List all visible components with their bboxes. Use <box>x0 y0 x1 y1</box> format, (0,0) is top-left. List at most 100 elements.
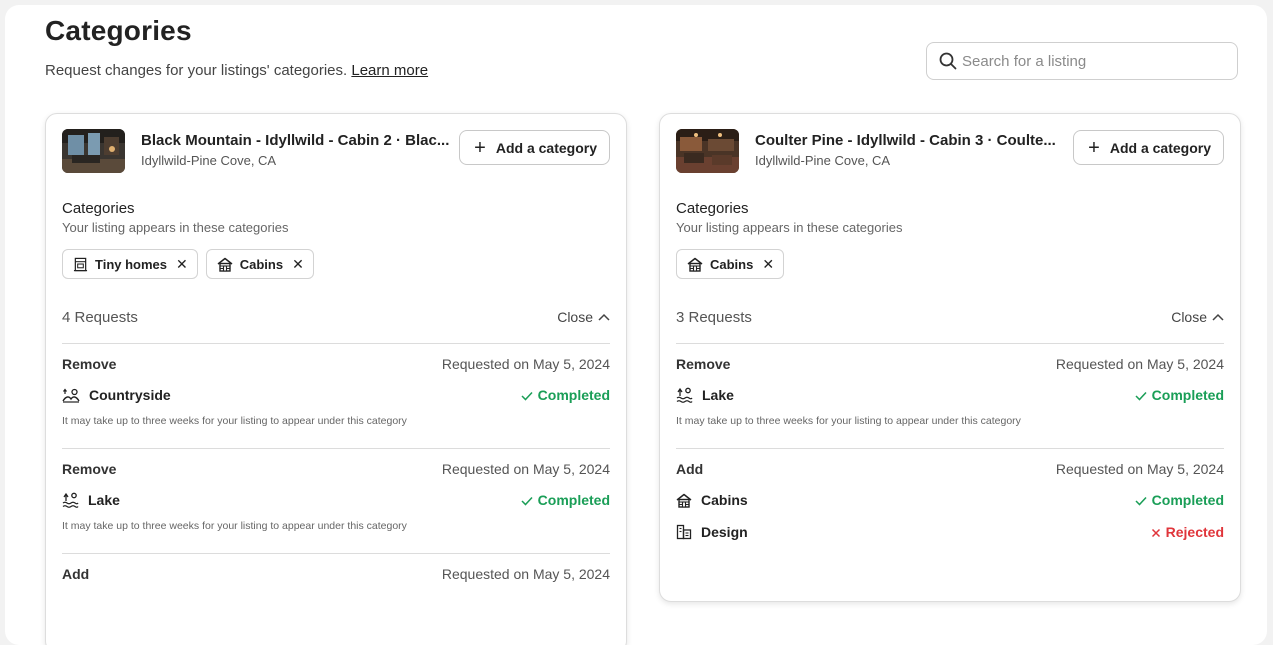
request-item: Lake Completed <box>62 491 610 509</box>
remove-chip-icon[interactable]: ✕ <box>762 256 774 273</box>
listing-header: Black Mountain - Idyllwild - Cabin 2 · B… <box>62 129 610 175</box>
add-category-button[interactable]: + Add a category <box>459 130 610 165</box>
request-note: It may take up to three weeks for your l… <box>62 520 407 532</box>
requests-header: 3 Requests Close <box>676 301 1224 333</box>
add-category-label: Add a category <box>1109 139 1211 156</box>
status-badge: Completed <box>521 387 610 403</box>
request-category: Lake <box>62 492 120 508</box>
search-icon <box>939 52 957 70</box>
close-label: Close <box>557 309 593 325</box>
listing-name[interactable]: Black Mountain - Idyllwild - Cabin 2 · B… <box>141 132 459 149</box>
check-icon <box>521 492 538 508</box>
status-label: Completed <box>537 387 610 403</box>
design-icon <box>676 524 692 540</box>
category-chip-cabins: Cabins ✕ <box>676 249 785 279</box>
listing-card: Black Mountain - Idyllwild - Cabin 2 · B… <box>45 113 627 645</box>
status-badge: Rejected <box>1151 524 1224 540</box>
search-input[interactable] <box>962 52 1222 70</box>
category-chips: Tiny homes ✕ Cabins ✕ <box>62 249 610 279</box>
request-category-label: Lake <box>88 492 120 508</box>
request-date: Requested on May 5, 2024 <box>1055 461 1224 477</box>
listing-info: Coulter Pine - Idyllwild - Cabin 3 · Cou… <box>755 129 1073 168</box>
status-badge: Completed <box>1135 492 1224 508</box>
request-meta: Add Requested on May 5, 2024 <box>676 460 1224 478</box>
lake-icon <box>62 492 79 508</box>
categories-heading: Categories <box>676 200 749 217</box>
listing-location: Idyllwild-Pine Cove, CA <box>755 153 891 168</box>
request-category: Lake <box>676 387 734 403</box>
chevron-up-icon <box>1212 313 1224 321</box>
chip-label: Cabins <box>710 256 754 272</box>
categories-heading: Categories <box>62 200 135 217</box>
request-date: Requested on May 5, 2024 <box>1055 356 1224 372</box>
category-chip-tiny-homes: Tiny homes ✕ <box>62 249 198 279</box>
request-date: Requested on May 5, 2024 <box>441 461 610 477</box>
remove-chip-icon[interactable]: ✕ <box>292 256 304 273</box>
request-entry: Add Requested on May 5, 2024 Cabins Complet… <box>676 448 1224 541</box>
request-entry: Remove Requested on May 5, 2024 Lake Comple… <box>62 448 610 532</box>
listing-header: Coulter Pine - Idyllwild - Cabin 3 · Cou… <box>676 129 1224 175</box>
request-entry: Remove Requested on May 5, 2024 Lake Comple… <box>676 344 1224 427</box>
requests-count: 4 Requests <box>62 308 138 326</box>
request-action: Remove <box>676 356 731 372</box>
plus-icon: + <box>1088 136 1100 159</box>
chip-label: Tiny homes <box>95 256 168 272</box>
status-label: Completed <box>1151 492 1224 508</box>
request-category-label: Lake <box>702 387 734 403</box>
status-label: Rejected <box>1165 524 1224 540</box>
request-category: Countryside <box>62 387 171 403</box>
status-label: Completed <box>1151 387 1224 403</box>
request-category-label: Countryside <box>89 387 171 403</box>
close-requests-button[interactable]: Close <box>1171 309 1224 325</box>
listing-location: Idyllwild-Pine Cove, CA <box>141 153 277 168</box>
listing-info: Black Mountain - Idyllwild - Cabin 2 · B… <box>141 129 459 168</box>
chip-label: Cabins <box>239 256 284 272</box>
request-item: Design Rejected <box>676 523 1224 541</box>
remove-chip-icon[interactable]: ✕ <box>176 256 188 273</box>
request-date: Requested on May 5, 2024 <box>441 356 610 372</box>
request-action: Add <box>62 566 90 582</box>
request-meta: Add Requested on May 5, 2024 <box>62 565 610 583</box>
request-meta: Remove Requested on May 5, 2024 <box>676 355 1224 373</box>
request-action: Add <box>676 461 704 477</box>
request-note: It may take up to three weeks for your l… <box>62 415 407 427</box>
categories-page: Categories Request changes for your list… <box>5 5 1267 645</box>
close-requests-button[interactable]: Close <box>557 309 610 325</box>
request-action: Remove <box>62 356 117 372</box>
request-entry: Remove Requested on May 5, 2024 Countrysid… <box>62 344 610 427</box>
requests-header: 4 Requests Close <box>62 301 610 333</box>
request-entry: Add Requested on May 5, 2024 <box>62 553 610 583</box>
page-subtitle: Request changes for your listings' categ… <box>45 62 428 79</box>
subtitle-text: Request changes for your listings' categ… <box>45 62 348 79</box>
learn-more-link[interactable]: Learn more <box>351 62 428 79</box>
close-label: Close <box>1171 309 1207 325</box>
x-icon <box>1151 524 1166 540</box>
request-category: Cabins <box>676 492 748 508</box>
status-label: Completed <box>537 492 610 508</box>
category-chip-cabins: Cabins ✕ <box>205 249 314 279</box>
status-badge: Completed <box>521 492 610 508</box>
lake-icon <box>676 387 693 403</box>
cabin-icon <box>676 493 692 508</box>
add-category-label: Add a category <box>495 139 597 156</box>
categories-subheading: Your listing appears in these categories <box>676 220 903 235</box>
check-icon <box>1135 492 1152 508</box>
request-category-label: Cabins <box>701 492 748 508</box>
tiny-home-icon <box>73 257 88 272</box>
search-box[interactable] <box>926 42 1238 80</box>
request-category: Design <box>676 524 748 540</box>
chevron-up-icon <box>598 313 610 321</box>
listing-thumbnail[interactable] <box>62 129 125 173</box>
request-note: It may take up to three weeks for your l… <box>676 415 1021 427</box>
listing-card: Coulter Pine - Idyllwild - Cabin 3 · Cou… <box>659 113 1241 602</box>
listing-thumbnail[interactable] <box>676 129 739 173</box>
request-meta: Remove Requested on May 5, 2024 <box>62 460 610 478</box>
status-badge: Completed <box>1135 387 1224 403</box>
request-action: Remove <box>62 461 117 477</box>
add-category-button[interactable]: + Add a category <box>1073 130 1224 165</box>
request-meta: Remove Requested on May 5, 2024 <box>62 355 610 373</box>
categories-subheading: Your listing appears in these categories <box>62 220 289 235</box>
check-icon <box>521 387 538 403</box>
listing-name[interactable]: Coulter Pine - Idyllwild - Cabin 3 · Cou… <box>755 132 1073 149</box>
request-date: Requested on May 5, 2024 <box>441 566 610 582</box>
